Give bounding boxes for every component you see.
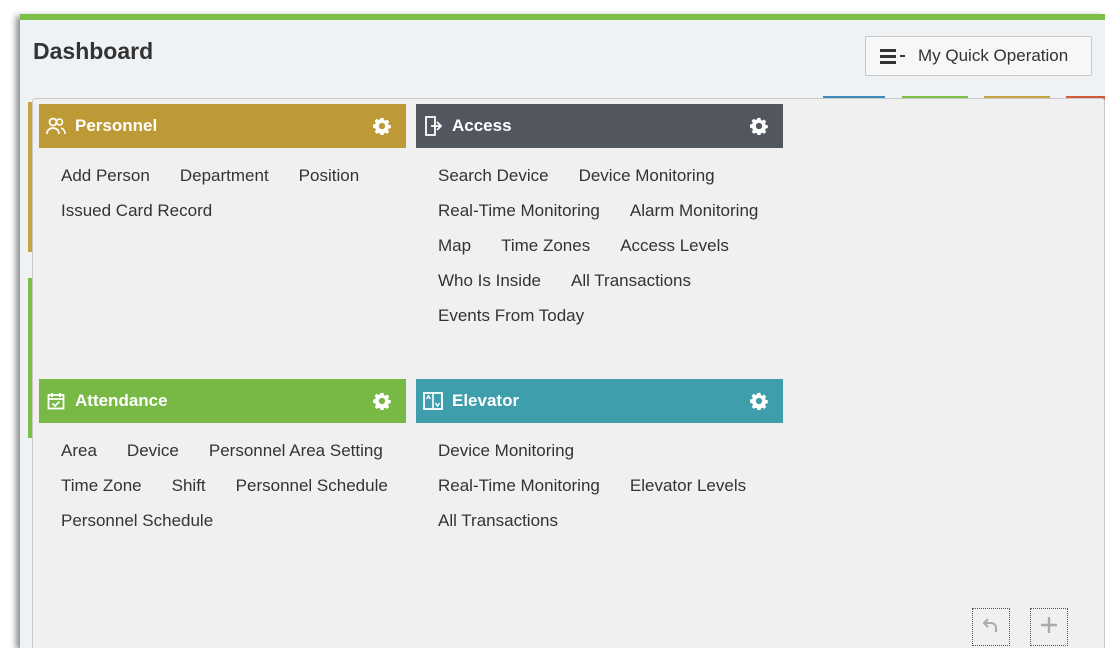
link-elevator-device-monitoring[interactable]: Device Monitoring: [438, 441, 574, 461]
module-header-elevator: Elevator: [416, 379, 783, 423]
link-position[interactable]: Position: [299, 166, 359, 186]
module-title-access: Access: [452, 116, 512, 135]
my-quick-operation-button[interactable]: My Quick Operation: [865, 36, 1092, 76]
link-department[interactable]: Department: [180, 166, 269, 186]
link-elevator-real-time-monitoring[interactable]: Real-Time Monitoring: [438, 476, 600, 496]
link-area[interactable]: Area: [61, 441, 97, 461]
module-header-attendance: Attendance: [39, 379, 406, 423]
link-map[interactable]: Map: [438, 236, 471, 256]
link-row: Who Is Inside All Transactions: [438, 263, 796, 298]
link-alarm-monitoring[interactable]: Alarm Monitoring: [630, 201, 759, 221]
gear-icon[interactable]: [749, 391, 769, 411]
link-add-person[interactable]: Add Person: [61, 166, 150, 186]
quick-operation-label: My Quick Operation: [918, 46, 1069, 65]
gear-icon[interactable]: [372, 116, 392, 136]
link-all-transactions[interactable]: All Transactions: [571, 271, 691, 291]
page-title: Dashboard: [33, 38, 154, 64]
link-row: Personnel Schedule: [61, 503, 419, 538]
module-attendance: Attendance Area Device Personnel Area Se…: [39, 379, 406, 538]
plus-icon: [1039, 615, 1059, 640]
elevator-icon: [422, 390, 444, 412]
link-row: Real-Time Monitoring Alarm Monitoring: [438, 193, 796, 228]
link-device[interactable]: Device: [127, 441, 179, 461]
link-time-zones[interactable]: Time Zones: [501, 236, 590, 256]
link-elevator-levels[interactable]: Elevator Levels: [630, 476, 746, 496]
module-header-personnel: Personnel: [39, 104, 406, 148]
link-row: Search Device Device Monitoring: [438, 158, 796, 193]
gear-icon[interactable]: [372, 391, 392, 411]
add-module-button[interactable]: [1030, 608, 1068, 646]
link-row: Events From Today: [438, 298, 796, 333]
link-issued-card-record[interactable]: Issued Card Record: [61, 201, 212, 221]
link-row: All Transactions: [438, 503, 796, 538]
module-header-access: Access: [416, 104, 783, 148]
link-personnel-schedule[interactable]: Personnel Schedule: [236, 476, 388, 496]
link-row: Time Zone Shift Personnel Schedule: [61, 468, 419, 503]
calendar-check-icon: [45, 390, 67, 412]
link-row: Add Person Department Position: [61, 158, 419, 193]
module-personnel: Personnel Add Person Department Position…: [39, 104, 406, 228]
undo-arrow-icon: [982, 616, 1000, 639]
link-time-zone[interactable]: Time Zone: [61, 476, 142, 496]
menu-icon: [880, 48, 906, 64]
link-search-device[interactable]: Search Device: [438, 166, 549, 186]
gear-icon[interactable]: [749, 116, 769, 136]
link-personnel-area-setting[interactable]: Personnel Area Setting: [209, 441, 383, 461]
link-row: Area Device Personnel Area Setting: [61, 433, 419, 468]
link-row: Real-Time Monitoring Elevator Levels: [438, 468, 796, 503]
people-icon: [45, 115, 67, 137]
link-elevator-all-transactions[interactable]: All Transactions: [438, 511, 558, 531]
edge-accent-green: [28, 278, 32, 438]
link-events-from-today[interactable]: Events From Today: [438, 306, 584, 326]
module-title-personnel: Personnel: [75, 116, 158, 135]
link-personnel-schedule-2[interactable]: Personnel Schedule: [61, 511, 213, 531]
link-shift[interactable]: Shift: [172, 476, 206, 496]
link-row: Device Monitoring: [438, 433, 796, 468]
door-exit-icon: [422, 115, 444, 137]
module-elevator: Elevator Device Monitoring Real-Time Mon…: [416, 379, 783, 538]
link-row: Map Time Zones Access Levels: [438, 228, 796, 263]
link-who-is-inside[interactable]: Who Is Inside: [438, 271, 541, 291]
link-access-levels[interactable]: Access Levels: [620, 236, 729, 256]
module-title-attendance: Attendance: [75, 391, 168, 410]
link-row: Issued Card Record: [61, 193, 419, 228]
undo-button[interactable]: [972, 608, 1010, 646]
module-access: Access Search Device Device Monitoring R…: [416, 104, 783, 333]
link-device-monitoring[interactable]: Device Monitoring: [579, 166, 715, 186]
edge-accent-gold: [28, 102, 32, 252]
link-real-time-monitoring[interactable]: Real-Time Monitoring: [438, 201, 600, 221]
dashboard-frame: Dashboard My Quick Operation Personnel A…: [20, 14, 1105, 648]
module-title-elevator: Elevator: [452, 391, 520, 410]
